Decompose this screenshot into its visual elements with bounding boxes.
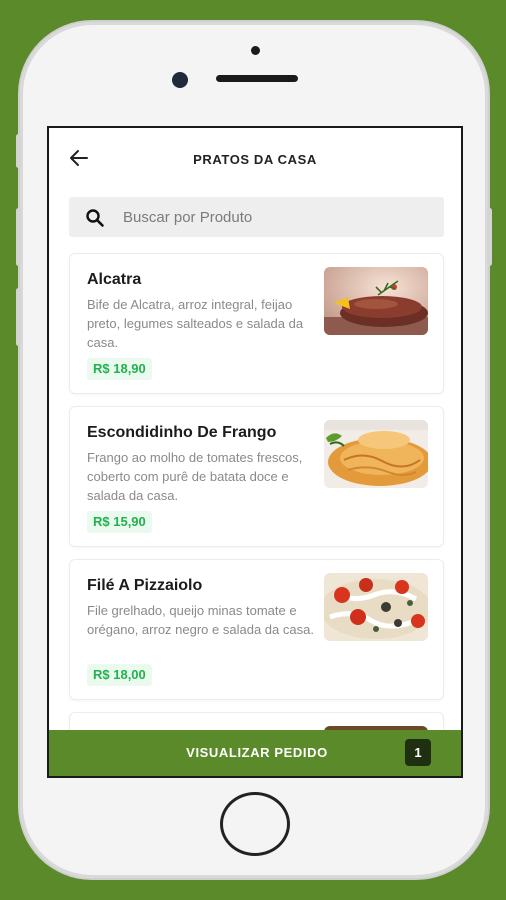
product-image <box>324 267 428 335</box>
app-screen: PRATOS DA CASA Alcatra Bife de Alcatra, … <box>47 126 463 778</box>
product-card[interactable]: Escondidinho De Frango Frango ao molho d… <box>69 406 444 547</box>
earpiece-speaker <box>216 75 298 82</box>
search-bar[interactable] <box>69 197 444 237</box>
product-price: R$ 15,90 <box>87 511 152 533</box>
home-button[interactable] <box>220 792 290 856</box>
view-order-button[interactable]: VISUALIZAR PEDIDO <box>49 745 461 760</box>
product-image <box>324 420 428 488</box>
product-card[interactable]: Filé A Pizzaiolo File grelhado, queijo m… <box>69 559 444 700</box>
product-name: Filé A Pizzaiolo <box>87 577 203 594</box>
order-count-badge: 1 <box>405 739 431 766</box>
power-button <box>487 208 492 266</box>
product-name: Alcatra <box>87 271 142 288</box>
volume-down-button <box>16 288 21 346</box>
product-description: Bife de Alcatra, arroz integral, feijao … <box>87 297 304 350</box>
product-name: Escondidinho De Frango <box>87 424 277 441</box>
product-price: R$ 18,90 <box>87 358 152 380</box>
product-price: R$ 18,00 <box>87 664 152 686</box>
front-camera <box>172 72 188 88</box>
proximity-sensor <box>251 46 260 55</box>
search-input[interactable] <box>123 197 423 237</box>
product-description: Frango ao molho de tomates frescos, cobe… <box>87 450 303 503</box>
product-description: File grelhado, queijo minas tomate e oré… <box>87 603 314 637</box>
view-order-bar[interactable]: VISUALIZAR PEDIDO 1 <box>49 730 461 776</box>
page-title: PRATOS DA CASA <box>193 152 317 167</box>
volume-up-button <box>16 208 21 266</box>
mute-switch <box>16 134 21 168</box>
search-icon <box>86 209 104 227</box>
top-bar: PRATOS DA CASA <box>49 128 461 190</box>
product-image <box>324 573 428 641</box>
product-card[interactable]: Alcatra Bife de Alcatra, arroz integral,… <box>69 253 444 394</box>
